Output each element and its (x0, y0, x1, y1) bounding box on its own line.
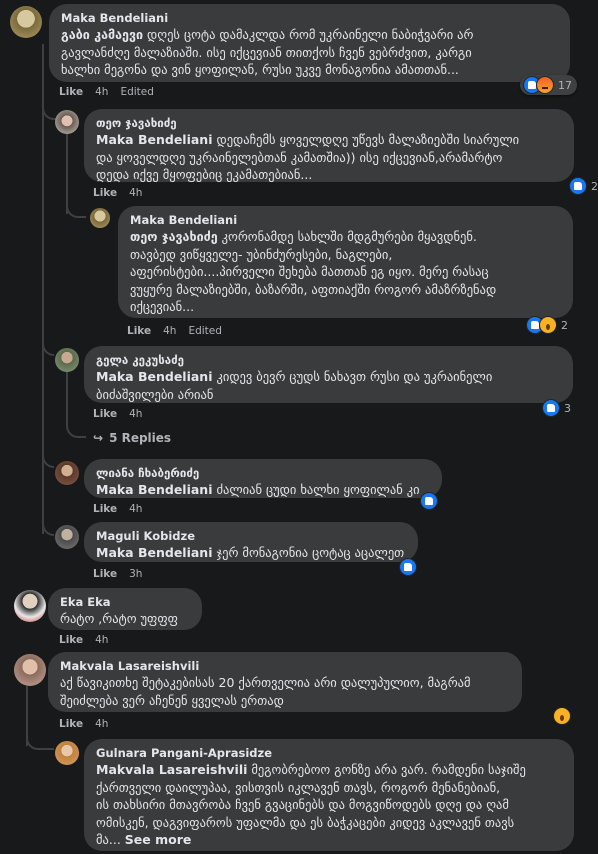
angry-reaction-icon (536, 76, 554, 94)
comment-bubble: ლიანა ჩხაბერიძე Maka Bendeliani ძალიან ც… (84, 459, 442, 498)
timestamp[interactable]: 4h (129, 187, 142, 199)
comment-actions: Like 4h Edited (59, 86, 166, 98)
like-button[interactable]: Like (59, 634, 83, 646)
comment-bubble: Makvala Lasareishvili აქ წავიკითხე შეტაკ… (48, 652, 522, 712)
avatar[interactable] (55, 525, 79, 549)
like-button[interactable]: Like (127, 325, 151, 337)
edited-label: Edited (188, 325, 222, 337)
see-more-link[interactable]: See more (125, 832, 192, 847)
comment-bubble: თეო ჯავახიძე Maka Bendeliani დედაჩემს ყო… (84, 109, 574, 182)
timestamp[interactable]: 4h (129, 408, 142, 420)
comment-text: ძალიან ცუდი ხალხი ყოფილან კი (212, 482, 420, 497)
reaction-summary[interactable]: 2 (569, 176, 598, 196)
timestamp[interactable]: 4h (95, 634, 108, 646)
comment-bubble: Eka Eka რატო ,რატო უფფფ (48, 588, 202, 630)
like-reaction-icon (399, 558, 417, 576)
comment-actions: Like 4h (93, 503, 154, 515)
comment-actions: Like 4h (93, 408, 154, 420)
reaction-summary[interactable] (399, 557, 417, 577)
reply-arrow-icon: ↪ (93, 431, 104, 445)
avatar[interactable] (55, 461, 79, 485)
like-button[interactable]: Like (59, 86, 83, 98)
comment-bubble: გელა კეკუსაძე Maka Bendeliani კიდევ ბევრ… (84, 346, 573, 403)
comment-actions: Like 4h (59, 634, 120, 646)
like-button[interactable]: Like (93, 568, 117, 580)
timestamp[interactable]: 3h (129, 568, 142, 580)
comment-text: აქ წავიკითხე შეტაკებისას 20 ქართველია არ… (60, 675, 471, 708)
comment-actions: Like 3h (93, 568, 154, 580)
like-button[interactable]: Like (93, 503, 117, 515)
commenter-name[interactable]: თეო ჯავახიძე (96, 116, 562, 131)
avatar[interactable] (10, 6, 42, 38)
comment-text: ჯერ მონაგონია ცოტაც აცალეთ (212, 545, 405, 560)
view-replies-link[interactable]: ↪ 5 Replies (93, 431, 171, 445)
reaction-summary[interactable]: 2 (526, 315, 570, 335)
replies-count-label: 5 Replies (109, 431, 172, 445)
thread-connector (66, 370, 86, 438)
commenter-name[interactable]: ლიანა ჩხაბერიძე (96, 466, 430, 481)
avatar[interactable] (14, 590, 46, 622)
avatar[interactable] (14, 654, 46, 686)
like-button[interactable]: Like (93, 187, 117, 199)
mention-link[interactable]: თეო ჯავახიძე (130, 229, 218, 244)
reaction-count: 17 (558, 78, 572, 92)
reaction-count: 2 (591, 179, 598, 193)
like-reaction-icon (420, 492, 438, 510)
thread-connector (66, 198, 86, 218)
mention-link[interactable]: Maka Bendeliani (96, 369, 213, 384)
commenter-name[interactable]: Maguli Kobidze (96, 529, 406, 544)
commenter-name[interactable]: გელა კეკუსაძე (96, 353, 561, 368)
timestamp[interactable]: 4h (95, 718, 108, 730)
comment-actions: Like 4h (59, 718, 120, 730)
mention-link[interactable]: Makvala Lasareishvili (96, 762, 247, 777)
wow-reaction-icon (553, 707, 571, 725)
comment-text: რატო ,რატო უფფფ (60, 611, 178, 626)
mention-link[interactable]: Maka Bendeliani (96, 545, 213, 560)
reaction-summary[interactable] (420, 491, 438, 511)
commenter-name[interactable]: Maka Bendeliani (61, 11, 558, 26)
timestamp[interactable]: 4h (129, 503, 142, 515)
thread-connector (26, 730, 54, 750)
reaction-count: 3 (564, 401, 571, 415)
avatar[interactable] (55, 741, 79, 765)
commenter-name[interactable]: Makvala Lasareishvili (60, 659, 510, 674)
reaction-summary[interactable]: 17 (520, 75, 577, 95)
comment-bubble: Gulnara Pangani-Aprasidze Makvala Lasare… (84, 739, 574, 851)
like-reaction-icon (569, 177, 587, 195)
mention-link[interactable]: გაბი კამაევი (61, 27, 143, 42)
comment-bubble: Maka Bendeliani თეო ჯავახიძე კორონამდე ს… (118, 206, 573, 318)
commenter-name[interactable]: Gulnara Pangani-Aprasidze (96, 746, 562, 761)
like-button[interactable]: Like (59, 718, 83, 730)
wow-reaction-icon (539, 316, 557, 334)
commenter-name[interactable]: Eka Eka (60, 595, 190, 610)
reaction-summary[interactable] (553, 706, 571, 726)
mention-link[interactable]: Maka Bendeliani (96, 482, 213, 497)
timestamp[interactable]: 4h (163, 325, 176, 337)
like-button[interactable]: Like (93, 408, 117, 420)
edited-label: Edited (120, 86, 154, 98)
like-reaction-icon (542, 399, 560, 417)
comment-actions: Like 4h Edited (127, 325, 234, 337)
timestamp[interactable]: 4h (95, 86, 108, 98)
avatar[interactable] (55, 348, 79, 372)
comment-bubble: Maka Bendeliani გაბი კამაევი დღეს ცოტა დ… (49, 4, 570, 82)
comment-actions: Like 4h (93, 187, 154, 199)
commenter-name[interactable]: Maka Bendeliani (130, 213, 561, 228)
comment-bubble: Maguli Kobidze Maka Bendeliani ჯერ მონაგ… (84, 522, 418, 562)
mention-link[interactable]: Maka Bendeliani (96, 132, 213, 147)
avatar[interactable] (55, 110, 79, 134)
reaction-summary[interactable]: 3 (542, 398, 573, 418)
reaction-count: 2 (561, 318, 568, 332)
avatar[interactable] (90, 208, 110, 228)
